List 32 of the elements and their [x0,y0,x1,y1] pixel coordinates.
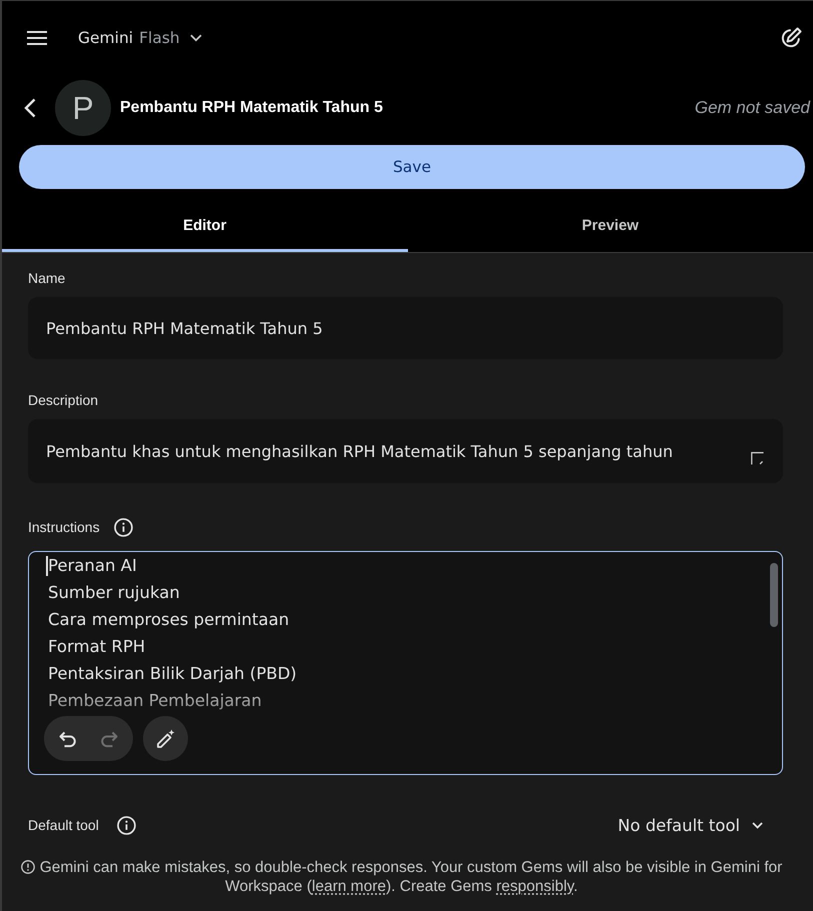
caret-icon [752,822,763,828]
alert-icon [20,860,35,874]
default-tool-dropdown[interactable]: No default tool [618,816,763,834]
pen-icon[interactable] [780,26,802,48]
text-link[interactable]: responsibly [496,878,574,895]
text-cursor [46,556,48,576]
avatar: P [55,80,111,136]
text-link[interactable]: learn more [312,878,386,895]
field-label: Default tool [28,816,99,834]
tab[interactable]: Editor [2,198,408,252]
caret-icon [190,34,202,42]
chevron-left-icon[interactable] [24,98,36,118]
description-field[interactable]: Pembantu khas untuk menghasilkan RPH Matematik Tahun 5 sepanjang tahun [28,419,783,483]
undo-icon[interactable] [57,730,77,748]
menu-icon[interactable] [27,30,47,44]
instructions-field[interactable]: Peranan AI Sumber rujukan Cara memproses permintaan Format RPH Pentaksiran Bilik Darjah (PBD) Pembezaan Pembelajaran [28,551,783,775]
field-label: Description [28,391,98,409]
sparkle-pen-icon [156,728,176,748]
field-label: Instructions [28,518,100,536]
name-field[interactable]: Pembantu RPH Matematik Tahun 5 [28,297,783,359]
info-icon[interactable] [114,518,133,536]
disclaimer-text: Gemini can make mistakes, so double-check responses. Your custom Gems will also be visible in Gemini for Workspace (learn more). Create Gems responsibly. [18,858,785,896]
save-button[interactable]: Save [19,145,805,189]
resize-handle-icon[interactable] [751,452,764,465]
save-status: Gem not saved [694,98,810,118]
scrollbar[interactable] [770,563,778,627]
magic-edit-button[interactable] [143,716,188,761]
field-label: Name [28,269,66,287]
model-selector[interactable]: Gemini Flash [78,28,202,46]
tab[interactable]: Preview [408,198,813,252]
info-icon[interactable] [116,816,136,834]
gem-title: Pembantu RPH Matematik Tahun 5 [120,99,383,117]
